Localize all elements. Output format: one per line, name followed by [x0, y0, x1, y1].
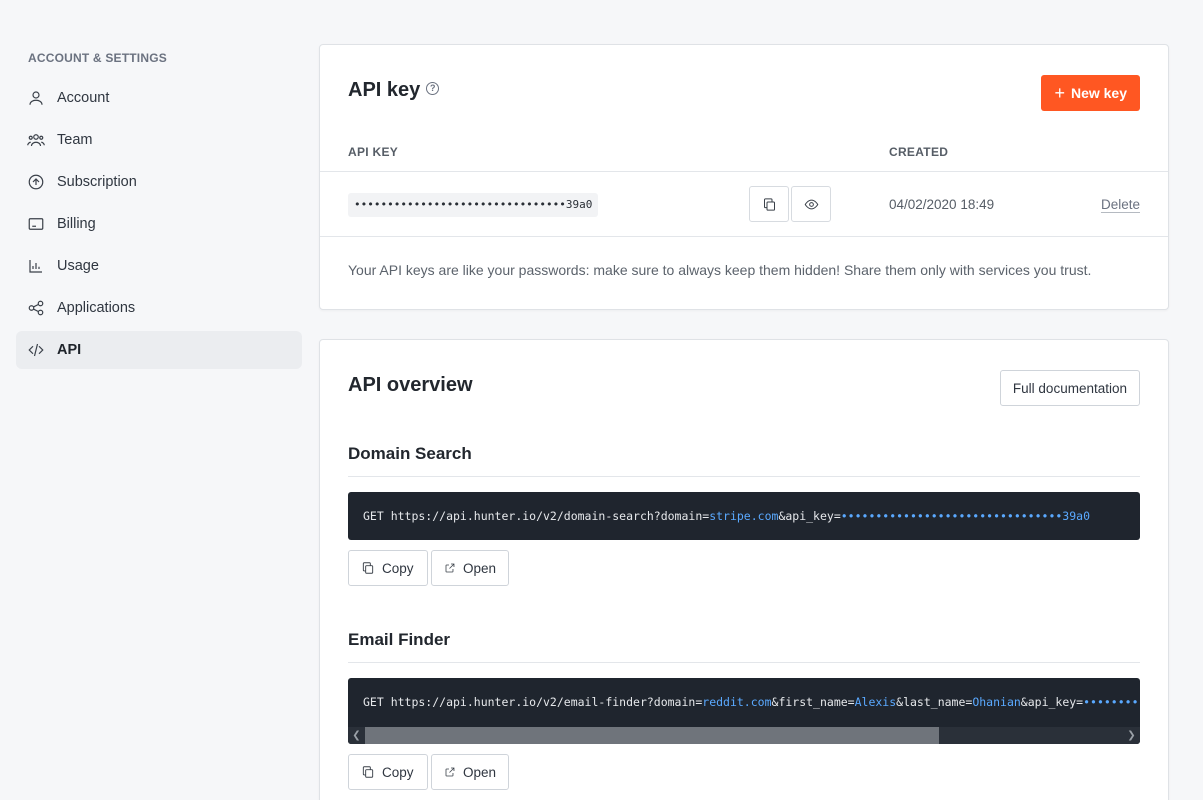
sidebar-item-team[interactable]: Team: [16, 121, 302, 159]
code-icon: [26, 340, 46, 360]
code-url: GET https://api.hunter.io/v2/email-finde…: [363, 695, 703, 709]
sidebar-item-label: Subscription: [57, 174, 137, 190]
new-key-label: New key: [1070, 85, 1127, 101]
api-key-card: API key? + New key API KEY CREATED •••••…: [319, 44, 1169, 310]
sidebar-item-billing[interactable]: Billing: [16, 205, 302, 243]
open-label: Open: [462, 560, 496, 576]
email-finder-open-button[interactable]: Open: [431, 754, 509, 790]
bar-chart-icon: [26, 256, 46, 276]
created-date: 04/02/2020 18:49: [889, 197, 995, 212]
user-icon: [26, 88, 46, 108]
eye-icon: [804, 199, 818, 209]
horizontal-scrollbar[interactable]: ❮ ❯: [348, 727, 1140, 744]
code-param-domain: reddit.com: [702, 695, 772, 709]
copy-label: Copy: [382, 560, 414, 576]
card-title: API key?: [348, 79, 440, 102]
open-label: Open: [462, 764, 496, 780]
column-header-api-key: API KEY: [348, 145, 399, 159]
copy-label: Copy: [382, 764, 414, 780]
sidebar-item-account[interactable]: Account: [16, 79, 302, 117]
sidebar-item-label: API: [57, 342, 82, 358]
section-divider: [348, 662, 1140, 663]
api-overview-card: API overview Full documentation Domain S…: [319, 339, 1169, 800]
code-param-name: &api_key=: [778, 509, 841, 523]
sidebar-item-label: Applications: [57, 300, 136, 316]
copy-key-button[interactable]: [749, 186, 789, 222]
email-finder-title: Email Finder: [348, 630, 451, 649]
code-param-api-key: ••••••••••••••••••••••••••••••••39a0: [840, 509, 1090, 523]
code-param-domain: stripe.com: [709, 509, 779, 523]
new-key-button[interactable]: + New key: [1041, 75, 1140, 111]
sidebar-item-label: Account: [57, 90, 110, 106]
external-link-icon: [445, 767, 455, 777]
full-documentation-button[interactable]: Full documentation: [999, 370, 1140, 406]
share-nodes-icon: [26, 298, 46, 318]
api-key-notice: Your API keys are like your passwords: m…: [348, 262, 1092, 278]
api-key-title: API key: [348, 79, 421, 101]
sidebar-item-label: Usage: [57, 258, 99, 274]
section-divider: [348, 476, 1140, 477]
arrow-up-circle-icon: [26, 172, 46, 192]
copy-icon: [763, 197, 775, 211]
api-key-value[interactable]: ••••••••••••••••••••••••••••••••39a0: [348, 193, 599, 217]
code-param-last-name: Ohanian: [972, 695, 1021, 709]
row-divider: [320, 236, 1168, 237]
code-param-name: &first_name=: [771, 695, 855, 709]
column-header-created: CREATED: [889, 145, 949, 159]
sidebar-item-api[interactable]: API: [16, 331, 302, 369]
api-overview-title: API overview: [348, 374, 473, 396]
sidebar-heading: ACCOUNT & SETTINGS: [28, 51, 167, 65]
code-param-name: &api_key=: [1020, 695, 1084, 709]
copy-icon: [362, 562, 374, 574]
reveal-key-button[interactable]: [791, 186, 831, 222]
domain-search-title: Domain Search: [348, 444, 472, 463]
domain-search-code-block[interactable]: GET https://api.hunter.io/v2/domain-sear…: [348, 492, 1140, 540]
code-param-api-key: ••••••••••••••••••••••••••••••••39a0: [1083, 695, 1140, 709]
sidebar-item-label: Billing: [57, 216, 96, 232]
code-url: GET https://api.hunter.io/v2/domain-sear…: [363, 509, 710, 523]
sidebar-item-label: Team: [57, 132, 93, 148]
email-finder-copy-button[interactable]: Copy: [348, 754, 428, 790]
delete-key-link[interactable]: Delete: [1101, 197, 1140, 212]
credit-card-icon: [26, 214, 46, 234]
sidebar-item-subscription[interactable]: Subscription: [16, 163, 302, 201]
sidebar-item-applications[interactable]: Applications: [16, 289, 302, 327]
code-param-first-name: Alexis: [854, 695, 897, 709]
code-param-name: &last_name=: [896, 695, 973, 709]
domain-search-open-button[interactable]: Open: [431, 550, 509, 586]
full-documentation-label: Full documentation: [1012, 380, 1127, 396]
scroll-left-arrow-icon[interactable]: ❮: [348, 727, 365, 744]
scrollbar-thumb[interactable]: [365, 727, 939, 744]
scroll-right-arrow-icon[interactable]: ❯: [1123, 727, 1140, 744]
help-icon[interactable]: ?: [426, 82, 440, 96]
table-divider: [320, 171, 1168, 172]
code-line: GET https://api.hunter.io/v2/email-finde…: [363, 695, 1140, 709]
plus-icon: +: [1054, 83, 1065, 103]
team-icon: [26, 130, 46, 150]
copy-icon: [362, 766, 374, 778]
sidebar-item-usage[interactable]: Usage: [16, 247, 302, 285]
external-link-icon: [445, 563, 455, 573]
code-line: GET https://api.hunter.io/v2/domain-sear…: [363, 509, 1090, 523]
email-finder-code-block[interactable]: GET https://api.hunter.io/v2/email-finde…: [348, 678, 1140, 744]
domain-search-copy-button[interactable]: Copy: [348, 550, 428, 586]
